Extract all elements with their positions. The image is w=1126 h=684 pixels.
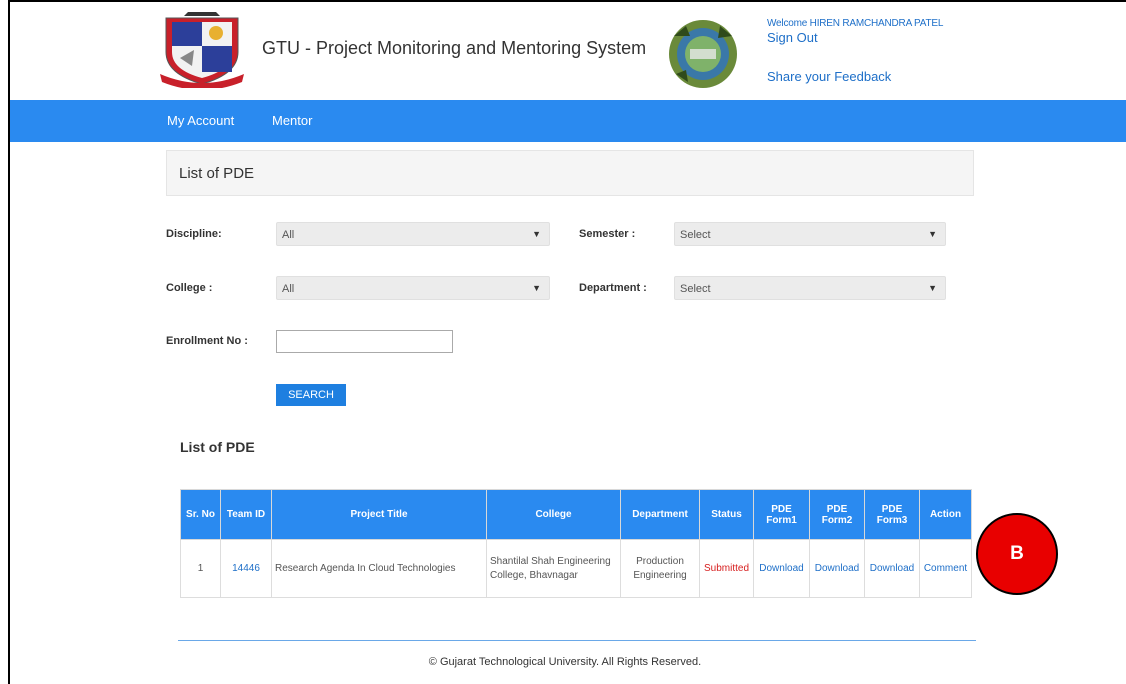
discipline-select[interactable]: All ▼ xyxy=(276,222,550,246)
welcome-text: Welcome HIREN RAMCHANDRA PATEL xyxy=(767,18,944,29)
search-button[interactable]: SEARCH xyxy=(276,384,346,406)
col-header-pde-form2: PDE Form2 xyxy=(809,489,865,540)
col-header-college: College xyxy=(486,489,621,540)
cell-college: Shantilal Shah Engineering College, Bhav… xyxy=(486,539,621,598)
col-header-action: Action xyxy=(919,489,972,540)
chevron-down-icon: ▼ xyxy=(532,229,541,239)
share-feedback-link[interactable]: Share your Feedback xyxy=(767,69,891,84)
download-form2-link[interactable]: Download xyxy=(809,539,865,598)
enrollment-label: Enrollment No : xyxy=(166,335,248,347)
col-header-department: Department xyxy=(620,489,700,540)
innovation-council-logo xyxy=(669,20,737,88)
semester-select[interactable]: Select ▼ xyxy=(674,222,946,246)
nav-item-mentor[interactable]: Mentor xyxy=(272,113,312,128)
college-label: College : xyxy=(166,282,213,294)
page-heading-panel: List of PDE xyxy=(166,150,974,196)
college-select[interactable]: All ▼ xyxy=(276,276,550,300)
comment-link[interactable]: Comment xyxy=(919,539,972,598)
sign-out-link[interactable]: Sign Out xyxy=(767,30,818,45)
page-title: List of PDE xyxy=(179,165,255,182)
pde-table: Sr. No Team ID Project Title College Dep… xyxy=(180,489,972,598)
list-title: List of PDE xyxy=(180,439,255,455)
team-id-link[interactable]: 14446 xyxy=(220,539,272,598)
discipline-select-value: All xyxy=(282,229,295,241)
department-select-value: Select xyxy=(680,283,711,295)
college-select-value: All xyxy=(282,283,295,295)
table-header-row: Sr. No Team ID Project Title College Dep… xyxy=(180,489,972,540)
gtu-crest-logo xyxy=(160,12,244,88)
cell-department: Production Engineering xyxy=(620,539,700,598)
col-header-team-id: Team ID xyxy=(220,489,272,540)
download-form3-link[interactable]: Download xyxy=(864,539,920,598)
chevron-down-icon: ▼ xyxy=(928,229,937,239)
footer-copyright: © Gujarat Technological University. All … xyxy=(428,656,702,668)
main-navbar: My Account Mentor xyxy=(10,100,1126,142)
annotation-badge-b: B xyxy=(976,513,1058,595)
col-header-status: Status xyxy=(699,489,754,540)
footer-divider xyxy=(178,640,976,641)
col-header-pde-form3: PDE Form3 xyxy=(864,489,920,540)
enrollment-no-input[interactable] xyxy=(276,330,453,353)
semester-select-value: Select xyxy=(680,229,711,241)
table-row: 1 14446 Research Agenda In Cloud Technol… xyxy=(180,539,972,598)
cell-project-title: Research Agenda In Cloud Technologies xyxy=(271,539,487,598)
chevron-down-icon: ▼ xyxy=(532,283,541,293)
status-badge: Submitted xyxy=(699,539,754,598)
department-select[interactable]: Select ▼ xyxy=(674,276,946,300)
cell-sr-no: 1 xyxy=(180,539,221,598)
semester-label: Semester : xyxy=(579,228,636,240)
col-header-pde-form1: PDE Form1 xyxy=(753,489,810,540)
site-title: GTU - Project Monitoring and Mentoring S… xyxy=(262,38,647,58)
department-label: Department : xyxy=(579,282,647,294)
col-header-sr-no: Sr. No xyxy=(180,489,221,540)
nav-item-my-account[interactable]: My Account xyxy=(167,113,234,128)
chevron-down-icon: ▼ xyxy=(928,283,937,293)
col-header-project-title: Project Title xyxy=(271,489,487,540)
download-form1-link[interactable]: Download xyxy=(753,539,810,598)
discipline-label: Discipline: xyxy=(166,228,222,240)
